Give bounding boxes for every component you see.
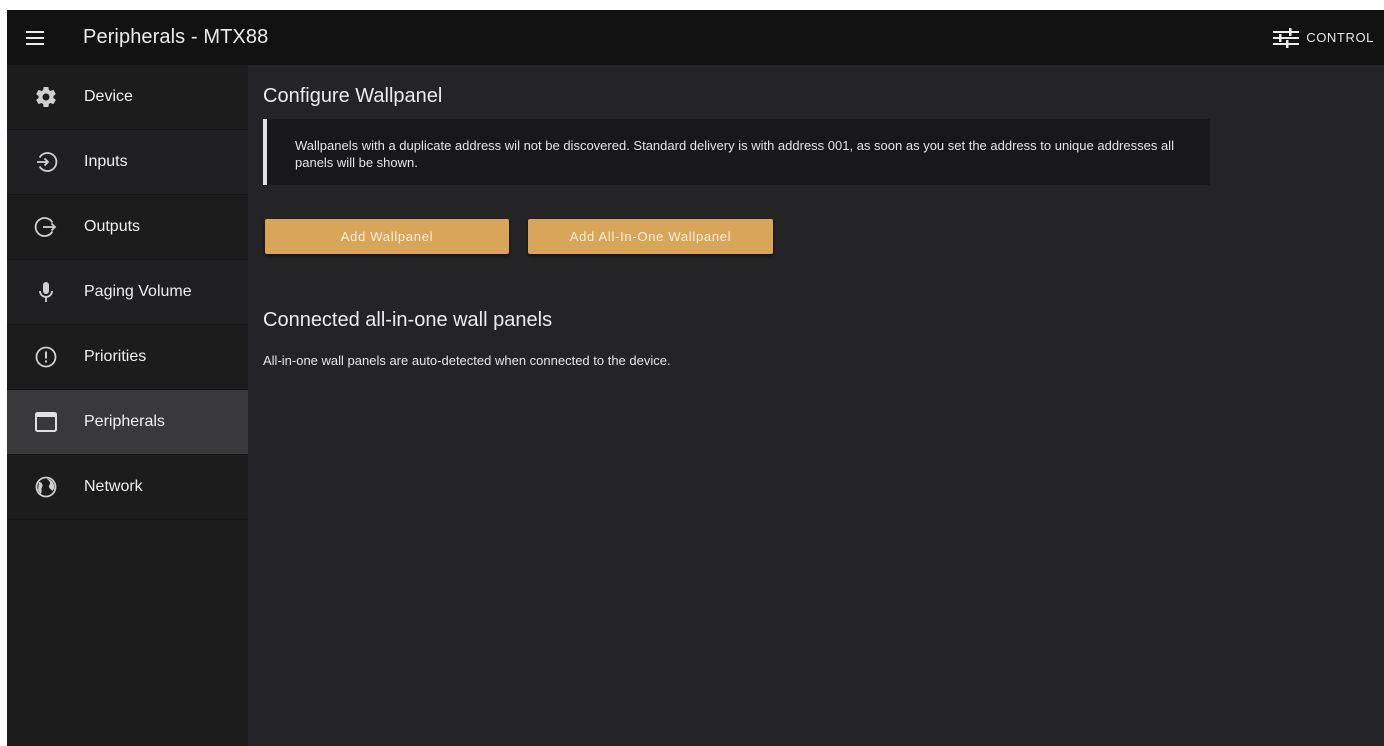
gear-icon [34, 85, 58, 109]
page-title: Peripherals - MTX88 [83, 26, 269, 48]
window-icon [34, 410, 58, 434]
sidebar-item-label: Network [84, 478, 143, 495]
app-window: Peripherals - MTX88 CONTROL Device Input… [7, 10, 1384, 746]
sidebar-item-label: Paging Volume [84, 283, 192, 300]
info-text: Wallpanels with a duplicate address wil … [295, 138, 1174, 170]
control-label: CONTROL [1306, 30, 1374, 45]
output-arrow-icon [34, 215, 58, 239]
sliders-icon [1273, 27, 1300, 48]
configure-wallpanel-heading: Configure Wallpanel [263, 85, 443, 107]
hamburger-menu-icon [26, 30, 44, 45]
add-all-in-one-wallpanel-button[interactable]: Add All-In-One Wallpanel [528, 219, 773, 254]
sidebar-item-label: Inputs [84, 153, 128, 170]
add-wallpanel-button[interactable]: Add Wallpanel [265, 219, 509, 254]
microphone-icon [34, 280, 58, 304]
sidebar-item-label: Peripherals [84, 413, 165, 430]
app-bar: Peripherals - MTX88 CONTROL [7, 10, 1384, 65]
input-arrow-icon [34, 150, 58, 174]
main-content: Configure Wallpanel Wallpanels with a du… [248, 65, 1384, 746]
sidebar-item-device[interactable]: Device [7, 65, 248, 130]
sidebar-item-paging-volume[interactable]: Paging Volume [7, 260, 248, 325]
info-box: Wallpanels with a duplicate address wil … [263, 119, 1210, 185]
sidebar-item-label: Priorities [84, 348, 147, 365]
sidebar-item-network[interactable]: Network [7, 455, 248, 520]
sidebar-item-priorities[interactable]: Priorities [7, 325, 248, 390]
connected-panels-heading: Connected all-in-one wall panels [263, 309, 553, 331]
sidebar-item-outputs[interactable]: Outputs [7, 195, 248, 260]
control-button[interactable]: CONTROL [1272, 10, 1374, 65]
sidebar-item-label: Outputs [84, 218, 141, 235]
sidebar-item-peripherals[interactable]: Peripherals [7, 390, 248, 455]
sidebar-item-inputs[interactable]: Inputs [7, 130, 248, 195]
connected-panels-description: All-in-one wall panels are auto-detected… [263, 353, 671, 368]
sidebar: Device Inputs Outputs Paging Volume Prio… [7, 65, 248, 746]
sidebar-item-label: Device [84, 88, 133, 105]
exclamation-circle-icon [34, 345, 58, 369]
globe-icon [34, 475, 58, 499]
menu-button[interactable] [7, 10, 63, 65]
